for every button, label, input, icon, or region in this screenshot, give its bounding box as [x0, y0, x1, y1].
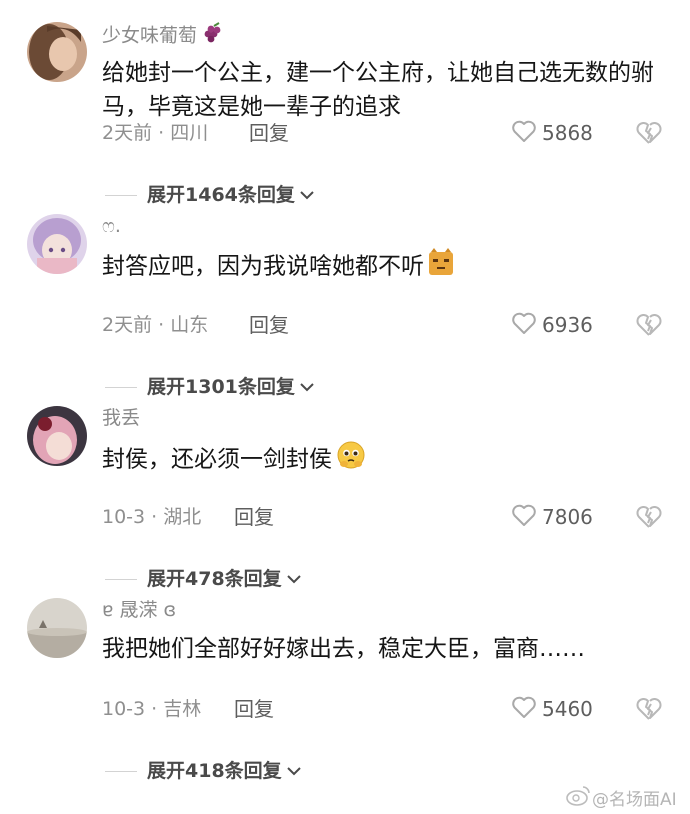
- like-button[interactable]: 6936: [511, 310, 593, 340]
- divider-line: [105, 194, 137, 196]
- grapes-icon: [201, 22, 223, 50]
- comment-item: ෆ. 封答应吧，因为我说啥她都不听 2天前 · 山东 回复 6936 展开130…: [0, 206, 690, 398]
- chevron-down-icon: [286, 762, 302, 781]
- comment-item: ɐ 晟溁 ɞ 我把她们全部好好嫁出去，稳定大臣，富商…… 10-3 · 吉林 回…: [0, 590, 690, 782]
- dislike-button[interactable]: [635, 696, 663, 722]
- expand-replies-button[interactable]: 展开1301条回复: [105, 374, 315, 400]
- username[interactable]: 少女味葡萄: [102, 22, 223, 50]
- heart-icon: [511, 119, 537, 147]
- expand-replies-label: 展开418条回复: [147, 760, 282, 782]
- comment-text: 我把她们全部好好嫁出去，稳定大臣，富商……: [102, 636, 585, 662]
- broken-heart-icon: [635, 314, 663, 342]
- heart-icon: [511, 311, 537, 339]
- dislike-button[interactable]: [635, 504, 663, 530]
- dislike-button[interactable]: [635, 312, 663, 338]
- like-button[interactable]: 5868: [511, 118, 593, 148]
- heart-icon: [511, 695, 537, 723]
- avatar[interactable]: [27, 598, 87, 658]
- broken-heart-icon: [635, 506, 663, 534]
- avatar[interactable]: [27, 22, 87, 82]
- expand-replies-button[interactable]: 展开478条回复: [105, 566, 302, 592]
- heart-icon: [511, 503, 537, 531]
- comment-item: 我丢 封侯，还必须一剑封侯 10-3 · 湖北 回复 7806 展开478条回复: [0, 398, 690, 590]
- dislike-button[interactable]: [635, 120, 663, 146]
- expand-replies-button[interactable]: 展开418条回复: [105, 758, 302, 784]
- expand-replies-label: 展开1301条回复: [147, 376, 295, 398]
- reply-button[interactable]: 回复: [234, 694, 274, 724]
- like-button[interactable]: 7806: [511, 502, 593, 532]
- expand-replies-button[interactable]: 展开1464条回复: [105, 182, 315, 208]
- chevron-down-icon: [299, 186, 315, 205]
- like-count: 5460: [542, 697, 593, 721]
- broken-heart-icon: [635, 698, 663, 726]
- username[interactable]: ෆ.: [102, 214, 121, 238]
- weibo-logo-icon: [566, 784, 592, 811]
- pleading-face-icon: [336, 440, 366, 480]
- like-button[interactable]: 5460: [511, 694, 593, 724]
- divider-line: [105, 578, 137, 580]
- username[interactable]: 我丢: [102, 406, 140, 430]
- reply-button[interactable]: 回复: [249, 118, 289, 148]
- expand-replies-label: 展开1464条回复: [147, 184, 295, 206]
- reply-button[interactable]: 回复: [249, 310, 289, 340]
- like-count: 6936: [542, 313, 593, 337]
- divider-line: [105, 770, 137, 772]
- divider-line: [105, 386, 137, 388]
- avatar[interactable]: [27, 406, 87, 466]
- like-count: 7806: [542, 505, 593, 529]
- broken-heart-icon: [635, 122, 663, 150]
- expand-replies-label: 展开478条回复: [147, 568, 282, 590]
- cat-icon: [428, 248, 454, 286]
- comment-meta: 10-3 · 湖北: [102, 506, 202, 528]
- watermark: @名场面AI: [566, 784, 677, 810]
- comment-meta: 10-3 · 吉林: [102, 698, 202, 720]
- comment-item: 少女味葡萄 给她封一个公主，建一个公主府，让她自己选无数的驸马，毕竟这是她一辈子…: [0, 14, 690, 206]
- reply-button[interactable]: 回复: [234, 502, 274, 532]
- comment-text: 给她封一个公主，建一个公主府，让她自己选无数的驸马，毕竟这是她一辈子的追求: [102, 60, 654, 120]
- comment-meta: 2天前 · 四川: [102, 122, 209, 144]
- chevron-down-icon: [286, 570, 302, 589]
- comment-text: 封答应吧，因为我说啥她都不听: [102, 248, 662, 286]
- chevron-down-icon: [299, 378, 315, 397]
- comment-meta: 2天前 · 山东: [102, 314, 209, 336]
- username[interactable]: ɐ 晟溁 ɞ: [102, 598, 176, 622]
- like-count: 5868: [542, 121, 593, 145]
- avatar[interactable]: [27, 214, 87, 274]
- comment-text: 封侯，还必须一剑封侯: [102, 440, 662, 480]
